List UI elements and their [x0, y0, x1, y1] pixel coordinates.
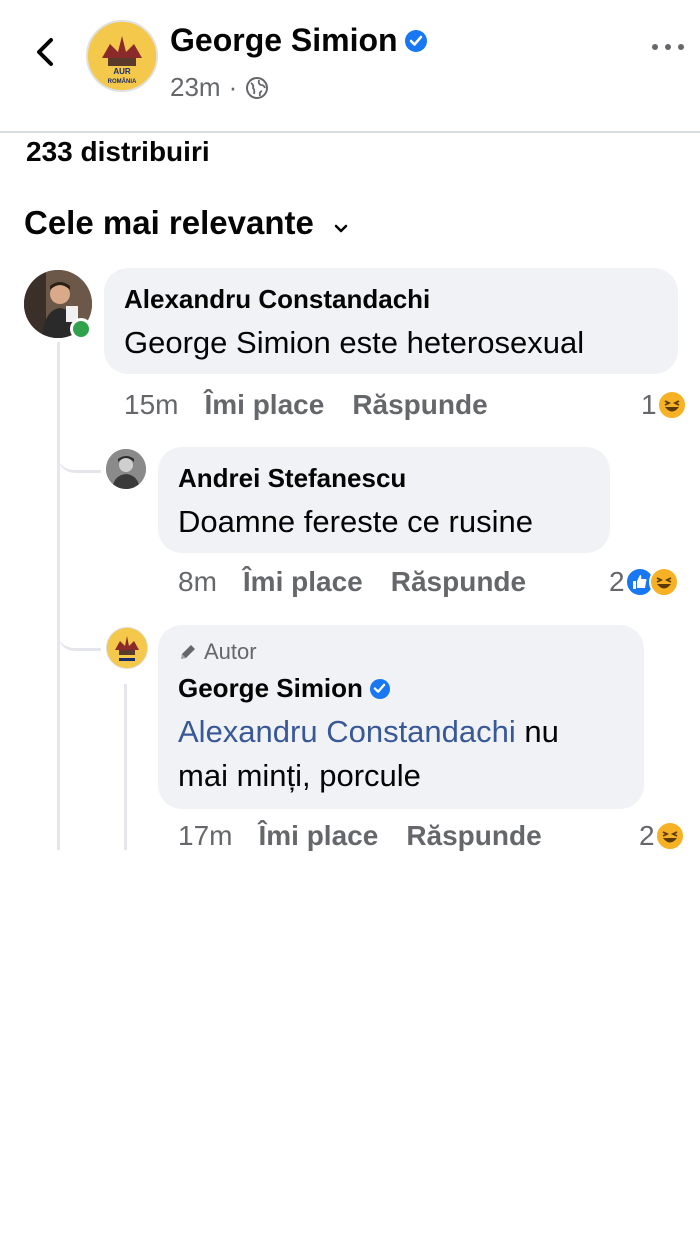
comment-text-line-1: Alexandru Constandachi nu	[178, 711, 559, 753]
sort-label: Cele mai relevante	[24, 204, 314, 241]
svg-text:ROMÂNIA: ROMÂNIA	[108, 78, 137, 85]
comment-author[interactable]: Alexandru Constandachi	[124, 284, 430, 315]
avatar[interactable]	[106, 627, 148, 669]
reply-thread-line	[124, 684, 127, 850]
comment-bubble[interactable]: Alexandru Constandachi George Simion est…	[104, 268, 678, 374]
chevron-left-icon	[37, 38, 53, 66]
page-avatar[interactable]: AUR ROMÂNIA	[86, 20, 158, 92]
comment-text: nu	[515, 714, 559, 749]
comment-bubble[interactable]: Autor George Simion Alexandru Constandac…	[158, 625, 644, 809]
aur-logo-icon: AUR ROMÂNIA	[88, 22, 156, 90]
reaction-count: 2	[639, 820, 655, 851]
comment-time[interactable]: 8m	[178, 566, 217, 598]
reply-button[interactable]: Răspunde	[352, 389, 487, 421]
reaction-count: 1	[641, 389, 657, 420]
dot-icon	[678, 44, 684, 50]
dot-icon	[665, 44, 671, 50]
svg-text:AUR: AUR	[113, 67, 131, 76]
reply-button[interactable]: Răspunde	[406, 820, 541, 852]
post-meta: 23m ·	[170, 72, 269, 103]
author-badge: Autor	[178, 639, 257, 665]
author-badge-label: Autor	[204, 639, 257, 664]
reaction-summary[interactable]: 1	[641, 389, 687, 421]
comment-author[interactable]: Andrei Stefanescu	[178, 463, 406, 494]
more-options-button[interactable]	[652, 44, 684, 54]
like-button[interactable]: Îmi place	[204, 389, 324, 421]
like-button[interactable]: Îmi place	[258, 820, 378, 852]
divider	[0, 131, 700, 133]
thread-connector	[57, 440, 101, 473]
reply-button[interactable]: Răspunde	[391, 566, 526, 598]
shares-count[interactable]: 233 distribuiri	[26, 136, 210, 168]
haha-reaction-icon	[648, 567, 679, 597]
globe-icon	[246, 76, 269, 99]
reaction-summary[interactable]: 2	[609, 566, 679, 598]
comment-text: Doamne fereste ce rusine	[178, 504, 533, 539]
avatar[interactable]	[106, 449, 146, 489]
user-photo-icon	[106, 449, 146, 489]
pencil-icon	[181, 645, 195, 659]
post-time[interactable]: 23m	[170, 72, 221, 103]
haha-reaction-icon	[654, 821, 685, 851]
comment-actions: 17m Îmi place Răspunde	[178, 820, 542, 852]
comment-text-line-2: mai minți, porcule	[178, 758, 421, 793]
like-button[interactable]: Îmi place	[243, 566, 363, 598]
comment-time[interactable]: 17m	[178, 820, 232, 852]
comment-bubble[interactable]: Andrei Stefanescu Doamne fereste ce rusi…	[158, 447, 610, 553]
chevron-down-icon	[334, 204, 348, 242]
verified-badge-icon	[369, 678, 390, 699]
thread-line	[57, 342, 60, 850]
mention-link[interactable]: Alexandru Constandachi	[178, 714, 516, 749]
aur-logo-icon	[107, 628, 147, 668]
comment-text: George Simion este heterosexual	[124, 325, 585, 360]
verified-badge-icon	[404, 29, 427, 52]
page-name[interactable]: George Simion	[170, 22, 398, 59]
online-status-indicator	[70, 318, 92, 340]
dot-icon	[652, 44, 658, 50]
comment-actions: 15m Îmi place Răspunde	[124, 389, 488, 421]
haha-reaction-icon	[656, 390, 687, 420]
meta-separator: ·	[228, 72, 238, 102]
back-button[interactable]	[30, 34, 60, 70]
comment-actions: 8m Îmi place Răspunde	[178, 566, 526, 598]
comment-author-row: George Simion	[178, 673, 390, 704]
comment-author[interactable]: George Simion	[178, 673, 363, 704]
comment-sort-dropdown[interactable]: Cele mai relevante	[24, 204, 348, 242]
reaction-count: 2	[609, 566, 625, 597]
reaction-summary[interactable]: 2	[639, 820, 685, 852]
thread-connector	[57, 620, 101, 651]
page-title[interactable]: George Simion	[170, 22, 427, 59]
comment-time[interactable]: 15m	[124, 389, 178, 421]
